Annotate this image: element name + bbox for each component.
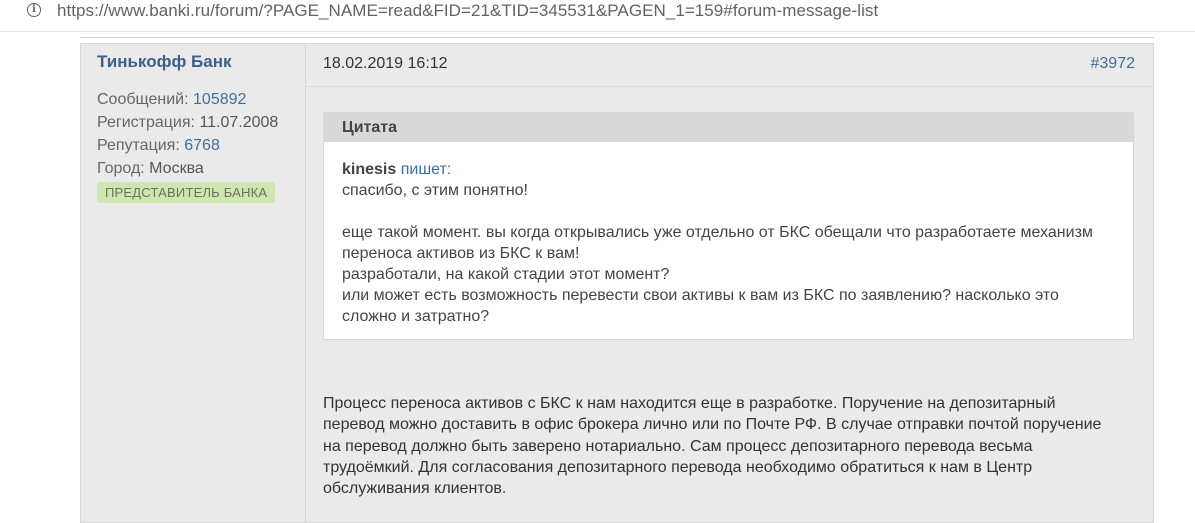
city-label: Город: [97,160,145,177]
quote-line: или может есть возможность перевести сво… [342,287,1059,304]
registration-label: Регистрация: [97,114,195,131]
reply-line: Процесс переноса активов с БКС к нам нах… [323,395,1056,412]
quote-block: Цитата kinesis пишет: спасибо, с этим по… [323,112,1134,340]
author-reputation: Репутация: 6768 [97,137,220,155]
quote-body: kinesis пишет: спасибо, с этим понятно! … [324,142,1133,327]
reply-text: Процесс переноса активов с БКС к нам нах… [323,393,1143,499]
author-name-link[interactable]: Тинькофф Банк [97,52,232,72]
post-number-link[interactable]: #3972 [1091,55,1136,73]
reputation-label: Репутация: [97,137,180,154]
quote-line: переноса активов из БКС к вам! [342,245,580,262]
city-value: Москва [149,160,204,177]
reply-line: трудоёмкий. Для согласования депозитарно… [323,458,1033,476]
divider [306,86,1154,87]
messages-label: Сообщений: [97,91,189,108]
post-content: 18.02.2019 16:12 #3972 Цитата kinesis пи… [306,43,1154,523]
author-panel: Тинькофф Банк Сообщений: 105892 Регистра… [80,43,306,523]
quote-writes: пишет: [400,161,452,178]
info-icon[interactable]: i [27,3,41,17]
author-registration: Регистрация: 11.07.2008 [97,114,278,132]
post-datetime: 18.02.2019 16:12 [323,55,448,72]
divider [80,37,1154,38]
quote-title: Цитата [324,113,1133,142]
bank-representative-badge: ПРЕДСТАВИТЕЛЬ БАНКА [97,182,276,203]
author-city: Город: Москва [97,160,204,178]
quote-line: разработали, на какой стадии этот момент… [342,266,670,283]
quote-line: сложно и затратно? [342,308,490,325]
registration-date: 11.07.2008 [199,114,279,131]
divider [0,31,1195,32]
messages-count-link[interactable]: 105892 [193,91,246,108]
quote-author: kinesis [342,161,397,178]
reply-line: перевод можно доставить в офис брокера л… [323,416,1102,434]
quote-author-line: kinesis пишет: [342,159,1115,180]
reputation-link[interactable]: 6768 [184,137,220,154]
url-text[interactable]: https://www.banki.ru/forum/?PAGE_NAME=re… [57,1,878,21]
quote-line: еще такой момент. вы когда открывались у… [342,224,1093,241]
quote-line: спасибо, с этим понятно! [342,182,528,199]
address-bar[interactable]: i https://www.banki.ru/forum/?PAGE_NAME=… [0,0,1195,24]
reply-line: на перевод должно быть заверено нотариал… [323,437,1033,455]
reply-line: обслуживания клиентов. [323,480,507,498]
author-messages: Сообщений: 105892 [97,91,246,109]
